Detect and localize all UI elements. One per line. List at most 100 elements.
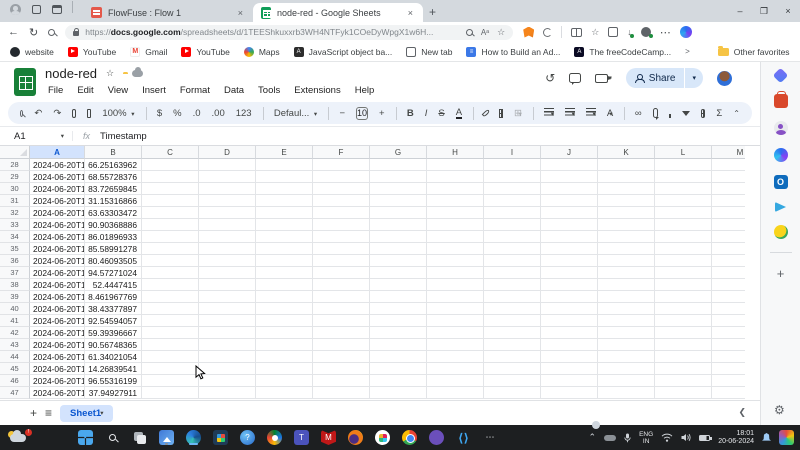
cell-K38[interactable] [598, 279, 655, 291]
redo-icon[interactable]: ↷ [53, 108, 61, 119]
purple-app-icon[interactable] [429, 430, 444, 445]
column-header-J[interactable]: J [541, 146, 598, 159]
tab-close-icon[interactable]: × [236, 8, 245, 18]
edge-app-icon[interactable] [186, 430, 201, 445]
cell-E34[interactable] [256, 231, 313, 243]
add-sheet-button[interactable]: + [30, 406, 37, 420]
cell-L31[interactable] [655, 195, 712, 207]
row-header-34[interactable]: 34 [0, 231, 30, 243]
cell-J38[interactable] [541, 279, 598, 291]
cell-H43[interactable] [427, 339, 484, 351]
favorite-youtube-1[interactable]: YouTube [68, 47, 116, 57]
cell-H46[interactable] [427, 375, 484, 387]
share-button[interactable]: Share ▾ [626, 68, 703, 88]
cell-I31[interactable] [484, 195, 541, 207]
row-header-37[interactable]: 37 [0, 267, 30, 279]
cell-D47[interactable] [199, 387, 256, 399]
menu-edit[interactable]: Edit [72, 84, 98, 97]
window-minimize-button[interactable]: – [728, 0, 752, 22]
vscode-app-icon[interactable]: ⟨⟩ [456, 430, 471, 445]
cell-F30[interactable] [313, 183, 370, 195]
cell-E33[interactable] [256, 219, 313, 231]
menu-extensions[interactable]: Extensions [289, 84, 345, 97]
cell-A40[interactable]: 2024-06-20T12: [30, 303, 85, 315]
sheet-tab-dropdown-icon[interactable]: ▾ [100, 409, 103, 417]
cell-J34[interactable] [541, 231, 598, 243]
row-header-31[interactable]: 31 [0, 195, 30, 207]
cell-K30[interactable] [598, 183, 655, 195]
cell-F28[interactable] [313, 159, 370, 171]
cell-I38[interactable] [484, 279, 541, 291]
cell-D31[interactable] [199, 195, 256, 207]
cell-C39[interactable] [142, 291, 199, 303]
cell-A46[interactable]: 2024-06-20T12: [30, 375, 85, 387]
cell-H36[interactable] [427, 255, 484, 267]
cell-B30[interactable]: 83.72659845 [85, 183, 142, 195]
cell-F33[interactable] [313, 219, 370, 231]
cell-G42[interactable] [370, 327, 427, 339]
sheet-tab-sheet1[interactable]: Sheet1▾ [60, 405, 113, 422]
favorites-icon[interactable]: ☆ [591, 27, 599, 38]
menu-file[interactable]: File [43, 84, 68, 97]
cell-E42[interactable] [256, 327, 313, 339]
cell-F41[interactable] [313, 315, 370, 327]
cell-M31[interactable] [712, 195, 745, 207]
column-header-D[interactable]: D [199, 146, 256, 159]
cell-J39[interactable] [541, 291, 598, 303]
row-header-44[interactable]: 44 [0, 351, 30, 363]
cell-G45[interactable] [370, 363, 427, 375]
cell-C46[interactable] [142, 375, 199, 387]
cell-J33[interactable] [541, 219, 598, 231]
clock[interactable]: 18:0120-06-2024 [718, 430, 754, 446]
cell-A45[interactable]: 2024-06-20T12: [30, 363, 85, 375]
favorite-maps[interactable]: Maps [244, 47, 280, 57]
cell-E35[interactable] [256, 243, 313, 255]
sheets-logo[interactable] [14, 68, 36, 96]
cell-D34[interactable] [199, 231, 256, 243]
cell-J37[interactable] [541, 267, 598, 279]
star-document-icon[interactable]: ☆ [106, 68, 114, 79]
cell-J44[interactable] [541, 351, 598, 363]
cell-H35[interactable] [427, 243, 484, 255]
table-views-icon[interactable] [701, 109, 705, 118]
teams-app-icon[interactable]: T [294, 430, 309, 445]
increase-font-size-button[interactable]: + [379, 108, 385, 119]
cell-G36[interactable] [370, 255, 427, 267]
cell-F32[interactable] [313, 207, 370, 219]
toolbar-search-icon[interactable] [20, 110, 23, 117]
cell-J31[interactable] [541, 195, 598, 207]
cell-K36[interactable] [598, 255, 655, 267]
task-view-icon[interactable] [132, 430, 147, 445]
cell-E44[interactable] [256, 351, 313, 363]
cell-H30[interactable] [427, 183, 484, 195]
cell-K45[interactable] [598, 363, 655, 375]
address-bar[interactable]: https://docs.google.com/spreadsheets/d/1… [65, 25, 513, 40]
cell-B37[interactable]: 94.57271024 [85, 267, 142, 279]
cell-L42[interactable] [655, 327, 712, 339]
cell-D29[interactable] [199, 171, 256, 183]
row-header-40[interactable]: 40 [0, 303, 30, 315]
cell-G41[interactable] [370, 315, 427, 327]
decrease-font-size-button[interactable]: − [339, 108, 345, 119]
cell-M45[interactable] [712, 363, 745, 375]
slack-app-icon[interactable] [375, 430, 390, 445]
cell-A39[interactable]: 2024-06-20T12: [30, 291, 85, 303]
cell-E43[interactable] [256, 339, 313, 351]
cell-J36[interactable] [541, 255, 598, 267]
tab-google-sheets[interactable]: node-red - Google Sheets × [253, 3, 423, 22]
notifications-bell-icon[interactable] [762, 433, 771, 442]
cell-J47[interactable] [541, 387, 598, 399]
cell-E29[interactable] [256, 171, 313, 183]
cell-M41[interactable] [712, 315, 745, 327]
cell-K35[interactable] [598, 243, 655, 255]
menu-format[interactable]: Format [175, 84, 215, 97]
favorite-star-icon[interactable]: ☆ [497, 27, 505, 38]
cell-C45[interactable] [142, 363, 199, 375]
cell-B40[interactable]: 38.43377897 [85, 303, 142, 315]
cell-I37[interactable] [484, 267, 541, 279]
read-aloud-icon[interactable]: Aᵃ [481, 28, 489, 37]
sidebar-add-button[interactable]: + [777, 266, 785, 281]
sidebar-game-icon[interactable] [774, 225, 788, 239]
cell-C44[interactable] [142, 351, 199, 363]
cell-L47[interactable] [655, 387, 712, 399]
